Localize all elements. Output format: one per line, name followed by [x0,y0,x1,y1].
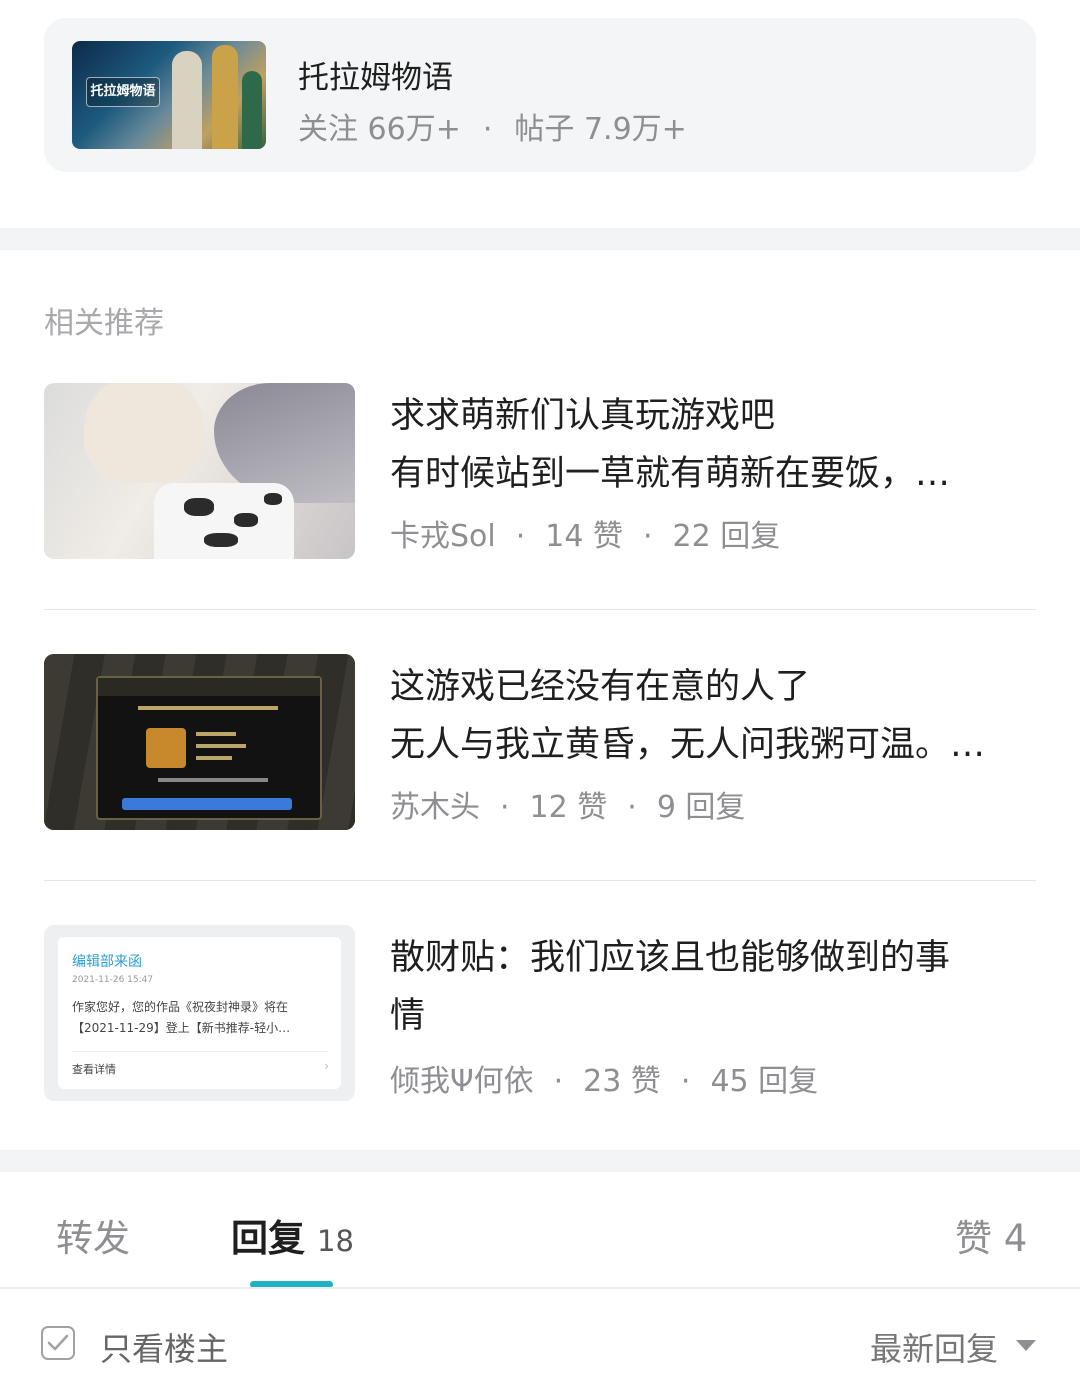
separator-dot: · [680,1064,691,1099]
post-author: 苏木头 [390,790,480,825]
check-icon [47,1334,69,1351]
post-author: 倾我Ψ何依 [390,1064,534,1099]
separator-dot: · [643,519,653,554]
post-replies: 22 回复 [672,519,781,554]
sort-dropdown[interactable]: 最新回复 [870,1324,998,1370]
post-meta: 卡戎Sol · 14 赞 · 22 回复 [390,511,780,555]
caret-down-icon[interactable] [1016,1340,1036,1351]
forum-card[interactable]: 托拉姆物语 托拉姆物语 关注 66万+ · 帖子 7.9万+ [44,18,1036,172]
reply-count: 18 [317,1224,354,1258]
tabs-divider [0,1287,1080,1289]
post-replies: 9 回复 [656,790,746,825]
separator-dot: · [482,112,493,147]
post-replies: 45 回复 [710,1064,819,1099]
related-section-title: 相关推荐 [44,306,164,341]
forum-posts: 帖子 7.9万+ [514,112,687,147]
post-title: 散财贴：我们应该且也能够做到的事 情 [390,938,951,1036]
thumb-link: 查看详情 [72,1063,116,1076]
divider [44,880,1036,881]
tab-like[interactable]: 赞 4 [955,1208,1027,1262]
separator-dot: · [515,519,526,554]
post-meta: 倾我Ψ何依 · 23 赞 · 45 回复 [390,1056,818,1100]
forum-stats: 关注 66万+ · 帖子 7.9万+ [298,104,687,148]
post-likes: 23 赞 [583,1064,661,1099]
post-thumbnail [44,383,355,559]
related-post-item[interactable]: 编辑部来函 2021-11-26 15:47 作家您好，您的作品《祝夜封神录》将… [44,925,1036,1101]
post-likes: 12 赞 [529,790,608,825]
tab-forward[interactable]: 转发 [56,1208,130,1262]
thumb-body: 作家您好，您的作品《祝夜封神录》将在【2021-11-29】登上【新书推荐-轻小… [72,1000,291,1035]
forum-name: 托拉姆物语 [298,60,453,96]
related-post-item[interactable]: 这游戏已经没有在意的人了 无人与我立黄昏，无人问我粥可温。… 苏木头 · 12 赞 ·… [44,654,1036,830]
post-meta: 苏木头 · 12 赞 · 9 回复 [390,782,745,826]
separator-dot: · [627,790,637,825]
thumb-date: 2021-11-26 15:47 [72,975,154,985]
post-title: 求求萌新们认真玩游戏吧 有时候站到一草就有萌新在要饭，… [390,396,951,494]
related-post-item[interactable]: 求求萌新们认真玩游戏吧 有时候站到一草就有萌新在要饭，… 卡戎Sol · 14 赞 ·… [44,383,1036,559]
forum-thumbnail: 托拉姆物语 [72,41,266,149]
section-gap [0,1150,1080,1172]
section-gap [0,228,1080,250]
only-op-label[interactable]: 只看楼主 [100,1324,228,1370]
forum-followers: 关注 66万+ [298,112,461,147]
post-thumbnail: 编辑部来函 2021-11-26 15:47 作家您好，您的作品《祝夜封神录》将… [44,925,355,1101]
post-title: 这游戏已经没有在意的人了 无人与我立黄昏，无人问我粥可温。… [390,667,986,765]
chevron-right-icon: › [324,1059,329,1073]
post-likes: 14 赞 [545,519,623,554]
tab-reply[interactable]: 回复 18 [231,1208,354,1262]
separator-dot: · [553,1064,564,1099]
separator-dot: · [500,790,510,825]
only-op-checkbox[interactable] [41,1326,75,1360]
forum-logo: 托拉姆物语 [86,77,160,107]
post-author: 卡戎Sol [390,519,496,554]
divider [44,609,1036,610]
thumb-heading: 编辑部来函 [72,954,142,970]
tab-reply-label: 回复 [231,1217,305,1260]
post-thumbnail [44,654,355,830]
